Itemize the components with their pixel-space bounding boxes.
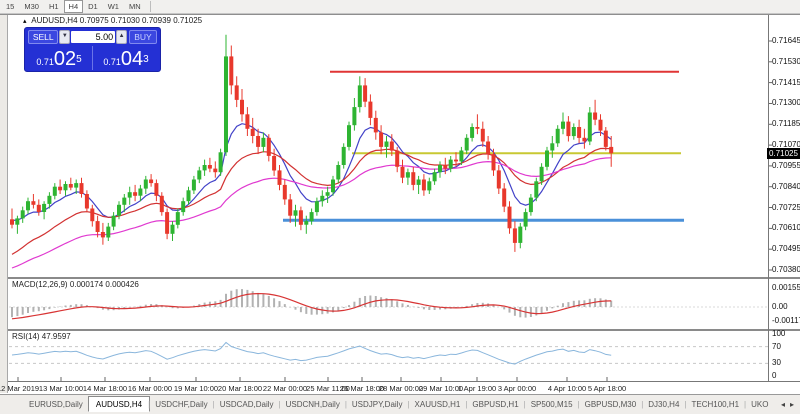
price-axis-label: 0.71645	[772, 37, 800, 45]
buy-price-display[interactable]: 0.71 04 3	[95, 45, 157, 71]
timeframe-15[interactable]: 15	[1, 0, 19, 13]
timeframe-toolbar: 15M30H1H4D1W1MN	[0, 0, 800, 14]
date-axis-label: 29 Mar 10:00	[419, 384, 463, 393]
price-axis-label: 0.70725	[772, 204, 800, 212]
price-axis-label: 0.71185	[772, 120, 800, 128]
sell-price-pip: 5	[76, 45, 82, 75]
date-axis-border	[8, 381, 800, 382]
buy-price-main: 04	[121, 47, 143, 71]
sell-button[interactable]: SELL	[28, 30, 58, 44]
tab-xauusd-h1[interactable]: XAUUSD,H1	[408, 398, 468, 411]
timeframe-w1[interactable]: W1	[103, 0, 124, 13]
price-axis-label: 0.71530	[772, 58, 800, 66]
macd-indicator-label: MACD(12,26,9) 0.000174 0.000426	[12, 280, 139, 289]
timeframe-d1[interactable]: D1	[83, 0, 103, 13]
buy-price-pip: 3	[143, 45, 149, 75]
window-left-border	[0, 15, 8, 393]
date-axis-label: 13 Mar 10:00	[39, 384, 83, 393]
tab-gbpusd-h1[interactable]: GBPUSD,H1	[465, 398, 525, 411]
date-axis-label: 20 Mar 18:00	[218, 384, 262, 393]
tab-sp500-m15[interactable]: SP500,M15	[524, 398, 580, 411]
tab-dj30-h4[interactable]: DJ30,H4	[641, 398, 686, 411]
volume-increase-button[interactable]: ▲	[116, 30, 127, 44]
rsi-indicator-label: RSI(14) 47.9597	[12, 332, 71, 341]
rsi-panel[interactable]	[9, 331, 768, 381]
sell-price-prefix: 0.71	[36, 53, 54, 71]
tab-audusd-h4[interactable]: AUDUSD,H4	[88, 396, 150, 412]
price-axis-border	[768, 15, 769, 382]
date-axis-label: 5 Apr 18:00	[588, 384, 626, 393]
timeframe-m30[interactable]: M30	[19, 0, 44, 13]
chart-title: ▴ AUDUSD,H4 0.70975 0.71030 0.70939 0.71…	[23, 16, 202, 25]
price-axis-label: 0.70955	[772, 162, 800, 170]
rsi-axis-label: 70	[772, 343, 781, 351]
one-click-trading-panel: SELL ▼ ▲ BUY 0.71 02 5 0.71 04 3	[24, 27, 161, 72]
date-axis-label: 16 Mar 00:00	[128, 384, 172, 393]
date-axis-label: 4 Apr 10:00	[548, 384, 586, 393]
tab-uko[interactable]: UKO	[744, 398, 775, 411]
date-axis-label: 14 Mar 18:00	[83, 384, 127, 393]
timeframe-h4[interactable]: H4	[64, 0, 84, 13]
tab-usdcnh-daily[interactable]: USDCNH,Daily	[279, 398, 347, 411]
rsi-panel-separator[interactable]	[8, 329, 800, 331]
price-axis-label: 0.71300	[772, 99, 800, 107]
sell-price-display[interactable]: 0.71 02 5	[28, 45, 90, 71]
price-divider	[92, 46, 93, 70]
macd-axis-label: -0.001176	[772, 317, 800, 325]
price-axis-label: 0.71415	[772, 79, 800, 87]
date-axis-label: 28 Mar 00:00	[379, 384, 423, 393]
timeframe-mn[interactable]: MN	[124, 0, 146, 13]
date-axis-label: 22 Mar 00:00	[263, 384, 307, 393]
price-axis-label: 0.70495	[772, 245, 800, 253]
macd-panel-separator[interactable]	[8, 277, 800, 279]
sell-price-main: 02	[54, 47, 76, 71]
timeframe-h1[interactable]: H1	[44, 0, 64, 13]
tab-gbpusd-m30[interactable]: GBPUSD,M30	[578, 398, 644, 411]
price-axis-label: 0.70840	[772, 183, 800, 191]
date-axis-label: 12 Mar 2019	[0, 384, 39, 393]
price-axis-label: 0.70610	[772, 224, 800, 232]
volume-decrease-button[interactable]: ▼	[59, 30, 70, 44]
buy-price-prefix: 0.71	[103, 53, 121, 71]
toolbar-separator	[150, 1, 151, 12]
tab-tech100-h1[interactable]: TECH100,H1	[684, 398, 746, 411]
rsi-axis-label: 0	[772, 372, 776, 380]
date-axis-label: 26 Mar 18:00	[340, 384, 384, 393]
collapse-chart-icon[interactable]: ▴	[23, 18, 27, 25]
price-axis-label: 0.70380	[772, 266, 800, 274]
chart-ohlc-values: 0.70975 0.71030 0.70939 0.71025	[80, 16, 202, 25]
date-axis-label: 1 Apr 19:00	[458, 384, 496, 393]
trading-terminal-window: { "toolbar": { "timeframes": [ {"label":…	[0, 0, 800, 414]
buy-button[interactable]: BUY	[129, 30, 157, 44]
tabs-scroll-left-icon[interactable]: ◂	[781, 400, 785, 409]
macd-axis-label: 0.001555	[772, 284, 800, 292]
chart-tab-bar: EURUSD,Daily|AUDUSD,H4|USDCHF,Daily|USDC…	[0, 394, 800, 414]
rsi-axis-label: 30	[772, 359, 781, 367]
rsi-axis-label: 100	[772, 330, 785, 338]
date-axis-label: 19 Mar 10:00	[174, 384, 218, 393]
chart-symbol-label: AUDUSD,H4	[31, 16, 77, 25]
date-axis-label: 3 Apr 00:00	[498, 384, 536, 393]
tabs-scroll-right-icon[interactable]: ▸	[790, 400, 794, 409]
tab-eurusd-daily[interactable]: EURUSD,Daily	[22, 398, 90, 411]
tab-usdjpy-daily[interactable]: USDJPY,Daily	[345, 398, 410, 411]
current-price-badge: 0.71025	[767, 148, 800, 159]
macd-axis-label: 0.00	[772, 303, 788, 311]
volume-input[interactable]	[71, 31, 115, 43]
tab-usdchf-daily[interactable]: USDCHF,Daily	[148, 398, 214, 411]
tab-usdcad-daily[interactable]: USDCAD,Daily	[213, 398, 281, 411]
